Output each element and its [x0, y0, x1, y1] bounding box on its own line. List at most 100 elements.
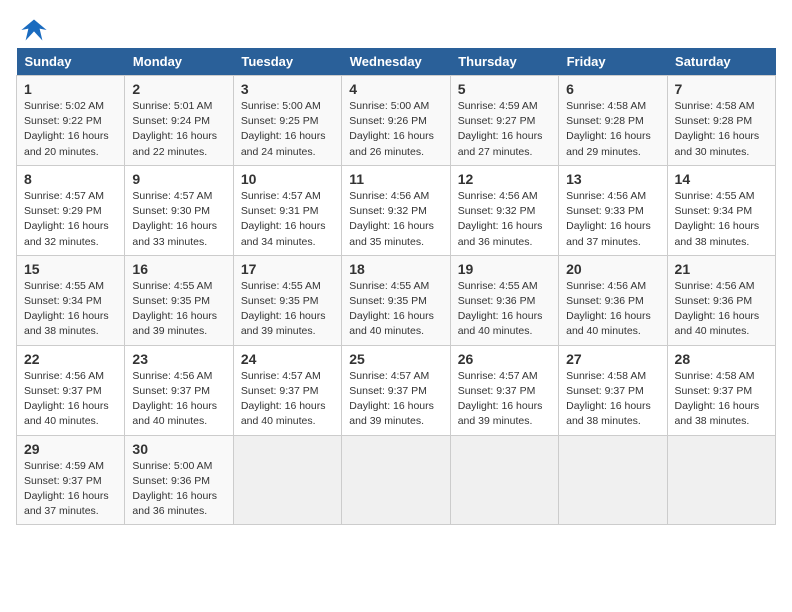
day-cell: 24 Sunrise: 4:57 AM Sunset: 9:37 PM Dayli…: [233, 345, 341, 435]
day-info: Sunrise: 4:56 AM Sunset: 9:32 PM Dayligh…: [349, 189, 442, 250]
day-number: 6: [566, 81, 659, 97]
day-cell: [450, 435, 558, 525]
day-info: Sunrise: 4:58 AM Sunset: 9:28 PM Dayligh…: [675, 99, 768, 160]
week-row-1: 1Sunrise: 5:02 AM Sunset: 9:22 PM Daylig…: [17, 76, 776, 166]
day-number: 22: [24, 351, 117, 367]
day-cell: 19Sunrise: 4:55 AM Sunset: 9:36 PM Dayli…: [450, 255, 558, 345]
day-cell: 1Sunrise: 5:02 AM Sunset: 9:22 PM Daylig…: [17, 76, 125, 166]
day-cell: [342, 435, 450, 525]
day-cell: 6 Sunrise: 4:58 AM Sunset: 9:28 PM Daylig…: [559, 76, 667, 166]
day-number: 18: [349, 261, 442, 277]
header: [16, 16, 776, 38]
day-cell: 25 Sunrise: 4:57 AM Sunset: 9:37 PM Dayli…: [342, 345, 450, 435]
calendar-header: SundayMondayTuesdayWednesdayThursdayFrid…: [17, 48, 776, 76]
day-cell: 30 Sunrise: 5:00 AM Sunset: 9:36 PM Dayli…: [125, 435, 233, 525]
day-cell: 20 Sunrise: 4:56 AM Sunset: 9:36 PM Dayli…: [559, 255, 667, 345]
day-cell: 4 Sunrise: 5:00 AM Sunset: 9:26 PM Daylig…: [342, 76, 450, 166]
day-info: Sunrise: 4:57 AM Sunset: 9:29 PM Dayligh…: [24, 189, 117, 250]
day-number: 24: [241, 351, 334, 367]
day-info: Sunrise: 4:57 AM Sunset: 9:37 PM Dayligh…: [241, 369, 334, 430]
calendar-body: 1Sunrise: 5:02 AM Sunset: 9:22 PM Daylig…: [17, 76, 776, 525]
day-cell: 13 Sunrise: 4:56 AM Sunset: 9:33 PM Dayli…: [559, 165, 667, 255]
day-info: Sunrise: 4:55 AM Sunset: 9:35 PM Dayligh…: [349, 279, 442, 340]
day-info: Sunrise: 4:56 AM Sunset: 9:32 PM Dayligh…: [458, 189, 551, 250]
day-number: 23: [132, 351, 225, 367]
column-header-tuesday: Tuesday: [233, 48, 341, 76]
calendar-table: SundayMondayTuesdayWednesdayThursdayFrid…: [16, 48, 776, 525]
day-number: 2: [132, 81, 225, 97]
week-row-2: 8 Sunrise: 4:57 AM Sunset: 9:29 PM Daylig…: [17, 165, 776, 255]
day-cell: 8 Sunrise: 4:57 AM Sunset: 9:29 PM Daylig…: [17, 165, 125, 255]
day-info: Sunrise: 4:55 AM Sunset: 9:35 PM Dayligh…: [241, 279, 334, 340]
day-info: Sunrise: 5:01 AM Sunset: 9:24 PM Dayligh…: [132, 99, 225, 160]
day-number: 7: [675, 81, 768, 97]
day-cell: 23 Sunrise: 4:56 AM Sunset: 9:37 PM Dayli…: [125, 345, 233, 435]
day-info: Sunrise: 4:56 AM Sunset: 9:36 PM Dayligh…: [566, 279, 659, 340]
day-cell: 2 Sunrise: 5:01 AM Sunset: 9:24 PM Daylig…: [125, 76, 233, 166]
day-number: 12: [458, 171, 551, 187]
day-number: 25: [349, 351, 442, 367]
day-number: 8: [24, 171, 117, 187]
day-info: Sunrise: 4:55 AM Sunset: 9:34 PM Dayligh…: [675, 189, 768, 250]
day-info: Sunrise: 5:02 AM Sunset: 9:22 PM Dayligh…: [24, 99, 117, 160]
day-info: Sunrise: 5:00 AM Sunset: 9:36 PM Dayligh…: [132, 459, 225, 520]
day-info: Sunrise: 4:55 AM Sunset: 9:34 PM Dayligh…: [24, 279, 117, 340]
week-row-4: 22 Sunrise: 4:56 AM Sunset: 9:37 PM Dayli…: [17, 345, 776, 435]
logo-bird-icon: [20, 16, 48, 44]
day-info: Sunrise: 4:58 AM Sunset: 9:37 PM Dayligh…: [675, 369, 768, 430]
day-cell: 7 Sunrise: 4:58 AM Sunset: 9:28 PM Daylig…: [667, 76, 775, 166]
week-row-3: 15 Sunrise: 4:55 AM Sunset: 9:34 PM Dayli…: [17, 255, 776, 345]
day-number: 11: [349, 171, 442, 187]
day-info: Sunrise: 4:56 AM Sunset: 9:33 PM Dayligh…: [566, 189, 659, 250]
day-number: 29: [24, 441, 117, 457]
day-cell: 3Sunrise: 5:00 AM Sunset: 9:25 PM Daylig…: [233, 76, 341, 166]
logo: [16, 16, 48, 38]
header-row: SundayMondayTuesdayWednesdayThursdayFrid…: [17, 48, 776, 76]
column-header-saturday: Saturday: [667, 48, 775, 76]
day-info: Sunrise: 4:59 AM Sunset: 9:27 PM Dayligh…: [458, 99, 551, 160]
day-cell: 28 Sunrise: 4:58 AM Sunset: 9:37 PM Dayli…: [667, 345, 775, 435]
day-number: 4: [349, 81, 442, 97]
day-number: 9: [132, 171, 225, 187]
day-number: 30: [132, 441, 225, 457]
day-cell: 29 Sunrise: 4:59 AM Sunset: 9:37 PM Dayli…: [17, 435, 125, 525]
day-cell: 14Sunrise: 4:55 AM Sunset: 9:34 PM Dayli…: [667, 165, 775, 255]
column-header-monday: Monday: [125, 48, 233, 76]
day-info: Sunrise: 4:58 AM Sunset: 9:28 PM Dayligh…: [566, 99, 659, 160]
day-info: Sunrise: 4:57 AM Sunset: 9:37 PM Dayligh…: [349, 369, 442, 430]
day-info: Sunrise: 5:00 AM Sunset: 9:26 PM Dayligh…: [349, 99, 442, 160]
day-cell: 11 Sunrise: 4:56 AM Sunset: 9:32 PM Dayli…: [342, 165, 450, 255]
day-info: Sunrise: 4:56 AM Sunset: 9:37 PM Dayligh…: [24, 369, 117, 430]
day-number: 28: [675, 351, 768, 367]
day-number: 17: [241, 261, 334, 277]
column-header-wednesday: Wednesday: [342, 48, 450, 76]
day-cell: 12 Sunrise: 4:56 AM Sunset: 9:32 PM Dayli…: [450, 165, 558, 255]
day-cell: [667, 435, 775, 525]
column-header-thursday: Thursday: [450, 48, 558, 76]
day-info: Sunrise: 4:55 AM Sunset: 9:35 PM Dayligh…: [132, 279, 225, 340]
day-number: 10: [241, 171, 334, 187]
day-number: 20: [566, 261, 659, 277]
day-info: Sunrise: 4:57 AM Sunset: 9:37 PM Dayligh…: [458, 369, 551, 430]
day-info: Sunrise: 4:57 AM Sunset: 9:30 PM Dayligh…: [132, 189, 225, 250]
day-number: 3: [241, 81, 334, 97]
week-row-5: 29 Sunrise: 4:59 AM Sunset: 9:37 PM Dayli…: [17, 435, 776, 525]
day-info: Sunrise: 4:56 AM Sunset: 9:36 PM Dayligh…: [675, 279, 768, 340]
day-number: 13: [566, 171, 659, 187]
day-cell: 21Sunrise: 4:56 AM Sunset: 9:36 PM Dayli…: [667, 255, 775, 345]
day-cell: 22 Sunrise: 4:56 AM Sunset: 9:37 PM Dayli…: [17, 345, 125, 435]
day-number: 26: [458, 351, 551, 367]
day-number: 27: [566, 351, 659, 367]
day-info: Sunrise: 4:55 AM Sunset: 9:36 PM Dayligh…: [458, 279, 551, 340]
day-info: Sunrise: 4:56 AM Sunset: 9:37 PM Dayligh…: [132, 369, 225, 430]
day-cell: [559, 435, 667, 525]
day-cell: 27Sunrise: 4:58 AM Sunset: 9:37 PM Dayli…: [559, 345, 667, 435]
day-cell: [233, 435, 341, 525]
day-info: Sunrise: 4:59 AM Sunset: 9:37 PM Dayligh…: [24, 459, 117, 520]
day-cell: 26 Sunrise: 4:57 AM Sunset: 9:37 PM Dayli…: [450, 345, 558, 435]
column-header-friday: Friday: [559, 48, 667, 76]
day-number: 15: [24, 261, 117, 277]
day-cell: 17 Sunrise: 4:55 AM Sunset: 9:35 PM Dayli…: [233, 255, 341, 345]
day-cell: 10Sunrise: 4:57 AM Sunset: 9:31 PM Dayli…: [233, 165, 341, 255]
day-cell: 5Sunrise: 4:59 AM Sunset: 9:27 PM Daylig…: [450, 76, 558, 166]
